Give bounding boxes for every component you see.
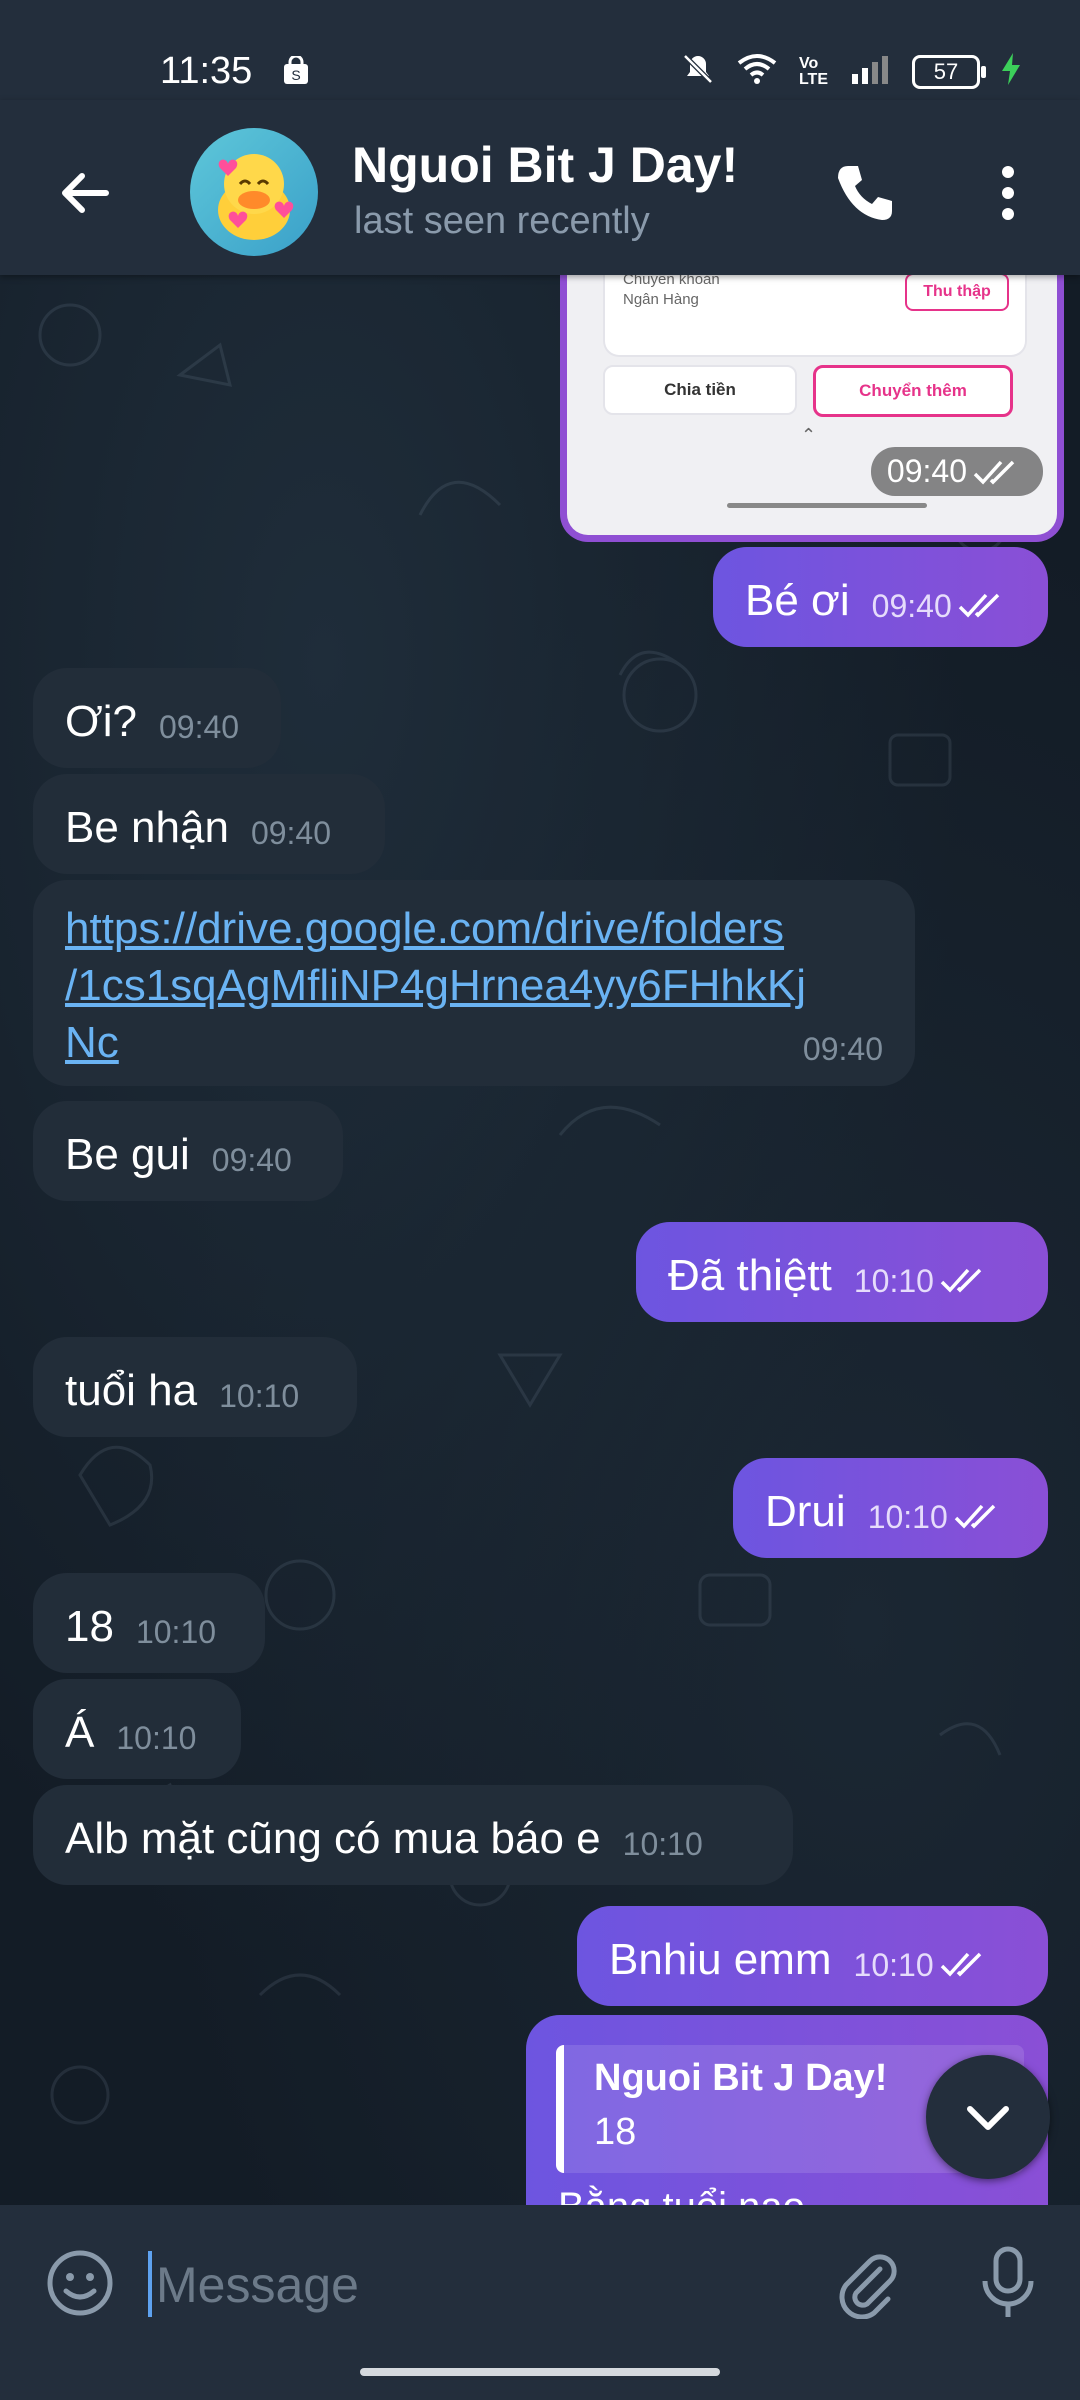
duck-emoji-icon bbox=[218, 154, 294, 240]
bag-icon: S bbox=[282, 54, 310, 91]
outgoing-message[interactable]: Bnhiu emm 10:10 bbox=[577, 1906, 1048, 2006]
message-time: 09:40 bbox=[250, 815, 332, 851]
chat-header: Nguoi Bit J Day! last seen recently bbox=[0, 100, 1080, 275]
message-time: 10:10 bbox=[854, 1947, 994, 2006]
voice-message-button[interactable] bbox=[975, 2243, 1041, 2323]
preview-card: Chuyển khoản Ngân Hàng Thu thập bbox=[603, 275, 1027, 357]
incoming-message[interactable]: Á 10:10 bbox=[33, 1679, 241, 1779]
message-time: 09:40 bbox=[802, 1031, 883, 1067]
outgoing-message[interactable]: Đã thiệtt 10:10 bbox=[636, 1222, 1048, 1322]
incoming-message[interactable]: Be nhận 09:40 bbox=[33, 774, 385, 874]
status-time: 11:35 bbox=[160, 50, 253, 92]
incoming-message[interactable]: Alb mặt cũng có mua báo e 10:10 bbox=[33, 1785, 793, 1885]
outgoing-message[interactable]: Bé ơi 09:40 bbox=[713, 547, 1048, 647]
smiley-icon bbox=[47, 2250, 113, 2316]
microphone-icon bbox=[982, 2246, 1034, 2317]
message-text: Alb mặt cũng có mua báo e bbox=[65, 1814, 601, 1863]
wifi-icon bbox=[737, 53, 777, 90]
preview-homebar bbox=[727, 503, 927, 508]
incoming-link-message[interactable]: https://drive.google.com/drive/folders/1… bbox=[33, 880, 915, 1086]
emoji-button[interactable] bbox=[44, 2247, 116, 2319]
message-text: Bé ơi bbox=[745, 576, 850, 625]
message-time: 10:10 bbox=[868, 1499, 1008, 1558]
preview-caret-icon: ⌃ bbox=[801, 425, 817, 445]
phone-icon bbox=[838, 166, 892, 220]
read-checks-icon bbox=[954, 1504, 996, 1529]
paperclip-icon bbox=[839, 2254, 897, 2320]
volte-icon: Vo LTE bbox=[798, 54, 828, 88]
chat-title[interactable]: Nguoi Bit J Day! bbox=[352, 136, 738, 194]
message-time: 10:10 bbox=[135, 1614, 217, 1650]
outgoing-message[interactable]: Drui 10:10 bbox=[733, 1458, 1048, 1558]
message-text: Be gui bbox=[65, 1130, 190, 1179]
message-time: 10:10 bbox=[854, 1263, 994, 1322]
more-options-button[interactable] bbox=[985, 158, 1031, 228]
preview-card-sublabel: Ngân Hàng bbox=[623, 291, 699, 308]
call-button[interactable] bbox=[830, 158, 900, 228]
preview-transfer-button: Chuyển thêm bbox=[813, 365, 1013, 417]
message-text: Bằng tuổi nao bbox=[558, 2185, 805, 2205]
incoming-message[interactable]: tuổi ha 10:10 bbox=[33, 1337, 357, 1437]
battery-level: 57 bbox=[933, 58, 959, 84]
preview-collect-button: Thu thập bbox=[905, 275, 1009, 311]
chat-area[interactable]: Chuyển khoản Ngân Hàng Thu thập Chia tiề… bbox=[0, 275, 1080, 2205]
charging-icon bbox=[1002, 53, 1020, 90]
signal-icon bbox=[850, 54, 890, 89]
incoming-message[interactable]: Be gui 09:40 bbox=[33, 1101, 343, 1201]
message-text: Ơi? bbox=[65, 697, 137, 746]
mute-icon bbox=[681, 52, 715, 91]
message-text: Drui bbox=[765, 1487, 846, 1536]
svg-text:S: S bbox=[291, 67, 300, 83]
message-text: tuổi ha bbox=[65, 1366, 198, 1415]
message-text: Đã thiệtt bbox=[668, 1251, 832, 1300]
message-time: 10:10 bbox=[219, 1378, 300, 1414]
back-arrow-icon bbox=[62, 173, 109, 213]
read-checks-icon bbox=[940, 1952, 981, 1977]
message-time: 09:40 bbox=[886, 453, 967, 489]
read-checks-icon bbox=[973, 460, 1015, 485]
chat-status: last seen recently bbox=[354, 200, 650, 242]
message-text: Bnhiu emm bbox=[609, 1935, 832, 1984]
back-button[interactable] bbox=[50, 158, 120, 228]
message-text: 18 bbox=[65, 1602, 114, 1651]
message-time: 09:40 bbox=[158, 709, 240, 745]
message-time: 10:10 bbox=[622, 1826, 703, 1862]
message-time: 09:40 bbox=[872, 588, 1012, 647]
message-time: 09:40 bbox=[211, 1142, 292, 1178]
more-vertical-icon bbox=[1002, 166, 1014, 220]
preview-card-label: Chuyển khoản bbox=[623, 275, 720, 288]
message-time: 10:10 bbox=[116, 1720, 197, 1756]
drive-link[interactable]: https://drive.google.com/drive/folders/1… bbox=[65, 900, 883, 1071]
chevron-down-icon bbox=[967, 2106, 1009, 2130]
message-input[interactable] bbox=[154, 2243, 798, 2327]
image-time: 09:40 bbox=[870, 447, 1043, 496]
incoming-message[interactable]: Ơi? 09:40 bbox=[33, 668, 281, 768]
preview-split-button: Chia tiền bbox=[603, 365, 797, 415]
attach-button[interactable] bbox=[830, 2247, 902, 2320]
gesture-navigation-bar[interactable] bbox=[360, 2368, 720, 2376]
text-caret bbox=[148, 2251, 152, 2317]
image-message[interactable]: Chuyển khoản Ngân Hàng Thu thập Chia tiề… bbox=[560, 275, 1064, 542]
scroll-to-bottom-button[interactable] bbox=[926, 2055, 1050, 2179]
reply-author: Nguoi Bit J Day! bbox=[594, 2057, 888, 2099]
avatar[interactable] bbox=[190, 128, 318, 256]
battery-icon: 57 bbox=[912, 54, 986, 89]
message-text: Be nhận bbox=[65, 803, 229, 852]
incoming-message[interactable]: 18 10:10 bbox=[33, 1573, 265, 1673]
reply-quoted-text: 18 bbox=[594, 2111, 637, 2153]
message-text: Á bbox=[65, 1708, 95, 1757]
read-checks-icon bbox=[958, 593, 999, 618]
read-checks-icon bbox=[940, 1268, 982, 1293]
